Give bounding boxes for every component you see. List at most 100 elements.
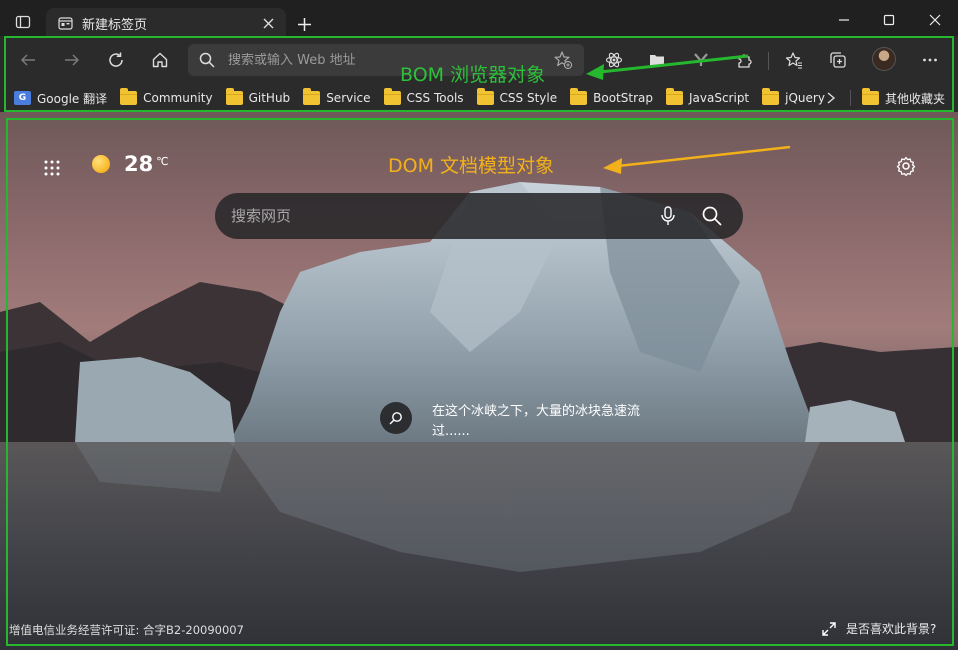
web-search-input[interactable]: [231, 207, 639, 225]
bookmarks-overflow-button[interactable]: [822, 84, 840, 112]
apps-launcher-button[interactable]: [38, 154, 66, 182]
bookmarks-divider: [850, 90, 851, 106]
search-submit-button[interactable]: [697, 201, 727, 231]
bookmarks-bar: G Google 翻译 Community GitHub Service CSS…: [0, 84, 958, 112]
bookmark-label: GitHub: [248, 91, 291, 105]
search-icon: [702, 206, 722, 226]
bookmark-label: 其他收藏夹: [885, 91, 946, 106]
bookmark-label: BootStrap: [593, 91, 653, 105]
folder-icon: [762, 88, 780, 105]
new-tab-button[interactable]: [292, 12, 316, 36]
atom-icon: [605, 52, 623, 68]
bookmark-folder-jquery[interactable]: jQuery: [758, 87, 829, 109]
back-button[interactable]: [14, 46, 42, 74]
maximize-button[interactable]: [877, 8, 901, 32]
extension-folder-button[interactable]: [643, 46, 671, 74]
voice-search-button[interactable]: [653, 201, 683, 231]
like-background-label: 是否喜欢此背景?: [846, 622, 937, 636]
bookmark-label: CSS Style: [499, 91, 558, 105]
extension-react-button[interactable]: [600, 46, 628, 74]
image-search-icon: [380, 402, 412, 434]
bookmark-other-favorites[interactable]: 其他收藏夹: [858, 87, 949, 109]
home-icon: [152, 52, 168, 68]
tab-close-button[interactable]: [260, 15, 276, 31]
collections-button[interactable]: [824, 46, 852, 74]
temperature-value: 28: [124, 152, 154, 176]
settings-more-button[interactable]: [916, 46, 944, 74]
bookmark-folder-github[interactable]: GitHub: [222, 87, 295, 109]
folder-icon: [476, 88, 494, 105]
home-button[interactable]: [146, 46, 174, 74]
grid-dots-icon: [44, 160, 60, 176]
google-translate-icon: G: [14, 91, 31, 105]
forward-button[interactable]: [58, 46, 86, 74]
tab-new-tab[interactable]: 新建标签页: [46, 8, 286, 38]
bookmark-folder-css-style[interactable]: CSS Style: [473, 87, 562, 109]
new-tab-page-icon: [56, 14, 74, 32]
bookmark-folder-community[interactable]: Community: [116, 87, 216, 109]
profile-avatar[interactable]: [872, 47, 896, 71]
folder-icon: [225, 88, 243, 105]
folder-icon: [303, 88, 321, 105]
bookmark-label: Google 翻译: [37, 91, 108, 106]
background-caption[interactable]: 在这个冰峡之下，大量的冰块急速流过......: [380, 402, 662, 442]
folder-icon: [570, 88, 588, 105]
bookmark-folder-service[interactable]: Service: [299, 87, 374, 109]
refresh-button[interactable]: [102, 46, 130, 74]
extension-x-button[interactable]: [687, 46, 715, 74]
bookmark-google-translate[interactable]: G Google 翻译: [10, 87, 111, 109]
forward-arrow-icon: [65, 54, 80, 66]
caption-text: 在这个冰峡之下，大量的冰块急速流过......: [432, 404, 641, 439]
search-icon: [198, 51, 216, 69]
favorites-star-icon: [785, 52, 802, 69]
bookmark-label: CSS Tools: [406, 91, 464, 105]
bookmark-folder-bootstrap[interactable]: BootStrap: [566, 87, 657, 109]
star-add-icon: [554, 51, 573, 70]
weather-widget[interactable]: 28 ℃: [92, 152, 169, 176]
extensions-button[interactable]: [731, 46, 759, 74]
x-logo-icon: [694, 53, 708, 66]
collections-icon: [830, 52, 846, 68]
back-arrow-icon: [20, 54, 35, 66]
plus-icon: [297, 17, 311, 31]
bookmark-folder-css-tools[interactable]: CSS Tools: [380, 87, 468, 109]
sun-icon: [92, 155, 110, 173]
tab-actions-icon: [15, 15, 31, 29]
bookmark-label: Community: [143, 91, 213, 105]
page-settings-button[interactable]: [892, 152, 920, 180]
expand-icon: [822, 621, 836, 636]
close-icon: [929, 14, 941, 26]
gear-icon: [896, 156, 916, 176]
tab-actions-button[interactable]: [8, 10, 38, 34]
favorites-button[interactable]: [780, 46, 808, 74]
folder-icon: [120, 88, 138, 105]
chevron-right-icon: [827, 92, 836, 104]
minimize-button[interactable]: [832, 8, 856, 32]
bookmark-folder-javascript[interactable]: JavaScript: [662, 87, 753, 109]
folder-icon: [862, 88, 879, 105]
close-window-button[interactable]: [923, 8, 947, 32]
maximize-icon: [883, 14, 895, 26]
tab-title: 新建标签页: [82, 17, 148, 33]
add-favorite-button[interactable]: [552, 49, 574, 71]
toolbar-divider: [768, 52, 769, 70]
more-horizontal-icon: [923, 58, 937, 62]
close-icon: [263, 18, 273, 28]
bom-annotation-label: BOM 浏览器对象: [400, 64, 546, 86]
puzzle-icon: [738, 54, 752, 68]
license-text[interactable]: 增值电信业务经营许可证: 合字B2-20090007: [9, 622, 244, 638]
web-search-box[interactable]: [215, 193, 743, 239]
bookmark-label: Service: [326, 91, 371, 105]
new-tab-page: 28 ℃ 在这个冰峡之下，大量的冰块急速流过...... 增值电信业务经营许可证…: [0, 112, 958, 650]
minimize-icon: [839, 19, 849, 21]
like-background-button[interactable]: 是否喜欢此背景?: [822, 620, 936, 637]
microphone-icon: [661, 206, 675, 225]
bookmark-label: JavaScript: [688, 91, 750, 105]
tab-bar: 新建标签页: [0, 0, 958, 38]
folder-extension-icon: [650, 55, 664, 65]
dom-annotation-label: DOM 文档模型对象: [388, 155, 555, 177]
temperature-unit: ℃: [156, 155, 169, 168]
folder-icon: [383, 88, 401, 105]
bookmark-label: jQuery: [785, 91, 825, 105]
refresh-icon: [109, 52, 123, 67]
